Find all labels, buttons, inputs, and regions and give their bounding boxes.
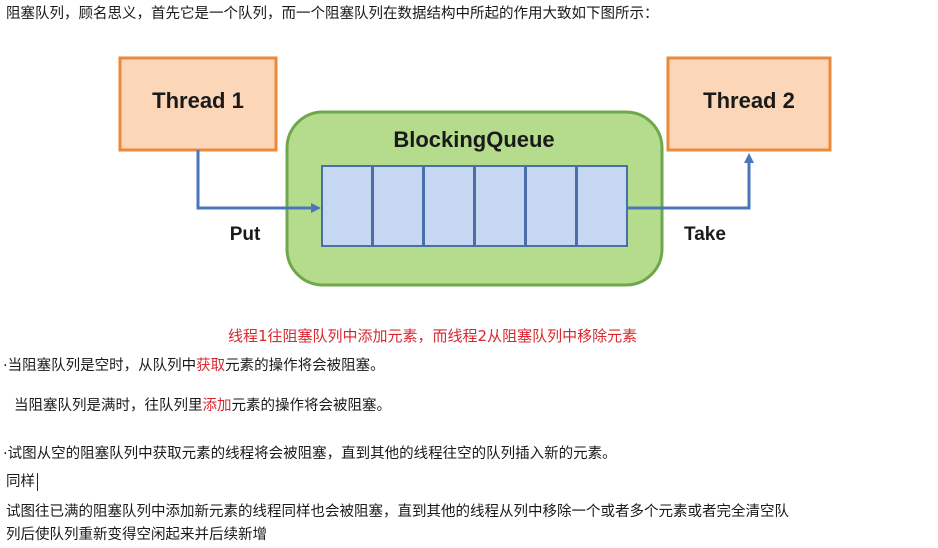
highlight-get: 获取 bbox=[196, 358, 226, 374]
text-cursor bbox=[37, 473, 38, 491]
thread1-box: Thread 1 bbox=[118, 56, 278, 152]
take-label: Take bbox=[684, 224, 726, 245]
queue-cell bbox=[474, 165, 526, 247]
queue-cell bbox=[576, 165, 628, 247]
thread2-label: Thread 2 bbox=[703, 88, 795, 113]
blocking-queue-diagram: Thread 1 Thread 2 BlockingQueue Put Take bbox=[118, 56, 832, 287]
same-text: 同样 bbox=[6, 474, 35, 490]
queue-cell bbox=[423, 165, 475, 247]
paragraph-line-1: 试图往已满的阻塞队列中添加新元素的线程同样也会被阻塞，直到其他的线程从列中移除一… bbox=[6, 504, 789, 520]
paragraph-line-2: 列后使队列重新变得空闲起来并后续新增 bbox=[6, 527, 267, 543]
queue-cells bbox=[321, 165, 628, 247]
queue-cell bbox=[525, 165, 577, 247]
diagram-caption: 线程1往阻塞队列中添加元素，而线程2从阻塞队列中移除元素 bbox=[228, 327, 638, 345]
bullet-take-blocked: ·试图从空的阻塞队列中获取元素的线程将会被阻塞，直到其他的线程往空的队列插入新的… bbox=[3, 446, 617, 462]
bullet-empty-queue: ·当阻塞队列是空时，从队列中获取元素的操作将会被阻塞。 bbox=[3, 358, 385, 374]
queue-cell bbox=[372, 165, 424, 247]
put-label: Put bbox=[230, 224, 261, 245]
thread1-label: Thread 1 bbox=[152, 88, 244, 113]
thread2-box: Thread 2 bbox=[666, 56, 832, 152]
highlight-add: 添加 bbox=[202, 398, 232, 414]
queue-cell bbox=[321, 165, 373, 247]
same-text-line[interactable]: 同样 bbox=[6, 472, 38, 492]
bullet-full-queue: 当阻塞队列是满时，往队列里添加元素的操作将会被阻塞。 bbox=[14, 398, 391, 414]
blocking-queue-label: BlockingQueue bbox=[393, 127, 554, 152]
